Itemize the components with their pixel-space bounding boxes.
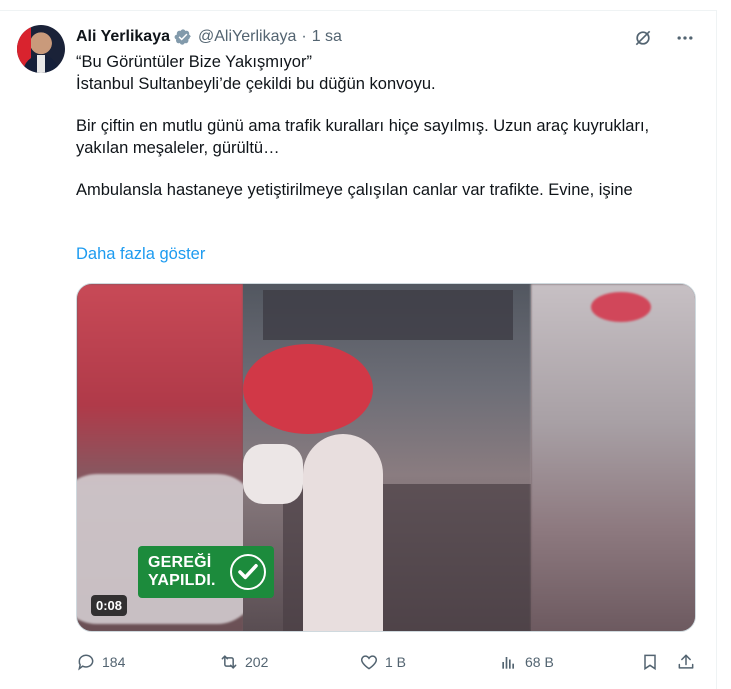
avatar[interactable] [17,25,65,73]
like-count: 1 B [385,654,407,670]
grok-icon[interactable] [632,27,654,49]
reply-icon [78,654,94,671]
like-button[interactable]: 1 B [359,652,406,672]
action-bar: 184 202 1 B 68 B [76,652,696,676]
views-button[interactable]: 68 B [499,652,554,672]
tweet-header: Ali Yerlikaya @AliYerlikaya · 1 sa [76,28,342,46]
header-icons [632,27,696,49]
video-frame-center [243,284,531,631]
badge-line-1: GEREĞİ [148,554,212,571]
author-handle[interactable]: @AliYerlikaya [198,28,296,46]
tweet-line-description: Bir çiftin en mutlu günü ama trafik kura… [76,117,650,157]
tweet-text: “Bu Görüntüler Bize Yakışmıyor” İstanbul… [76,52,696,202]
video-frame-right [531,284,695,631]
heart-icon [360,655,378,670]
bookmark-button[interactable] [640,652,666,672]
bookmark-icon [644,654,656,671]
repost-icon [221,655,237,669]
reply-count: 184 [102,654,126,670]
views-icon [502,657,514,669]
share-button[interactable] [676,652,702,672]
badge-line-2: YAPILDI. [148,572,216,589]
tweet[interactable]: Ali Yerlikaya @AliYerlikaya · 1 sa “Bu G… [0,10,717,689]
separator-dot: · [301,28,307,45]
tweet-line-location: İstanbul Sultanbeyli’de çekildi bu düğün… [76,74,436,93]
tweet-line-quote: “Bu Görüntüler Bize Yakışmıyor” [76,53,312,71]
more-options-icon[interactable] [674,27,696,49]
checkmark-icon [230,554,266,590]
view-count: 68 B [525,654,554,670]
show-more-link[interactable]: Daha fazla göster [76,245,205,264]
repost-count: 202 [245,654,269,670]
tweet-line-ambulance: Ambulansla hastaneye yetiştirilmeye çalı… [76,181,633,199]
video-player[interactable]: GEREĞİ YAPILDI. 0:08 [76,283,696,632]
avatar-shirt [37,55,45,73]
author-name[interactable]: Ali Yerlikaya [76,28,170,46]
verified-icon [174,28,192,46]
repost-button[interactable]: 202 [219,652,268,672]
timestamp[interactable]: 1 sa [312,28,342,46]
share-icon [678,654,694,669]
reply-button[interactable]: 184 [76,652,125,672]
video-duration: 0:08 [91,595,128,616]
action-taken-badge: GEREĞİ YAPILDI. [138,546,274,598]
